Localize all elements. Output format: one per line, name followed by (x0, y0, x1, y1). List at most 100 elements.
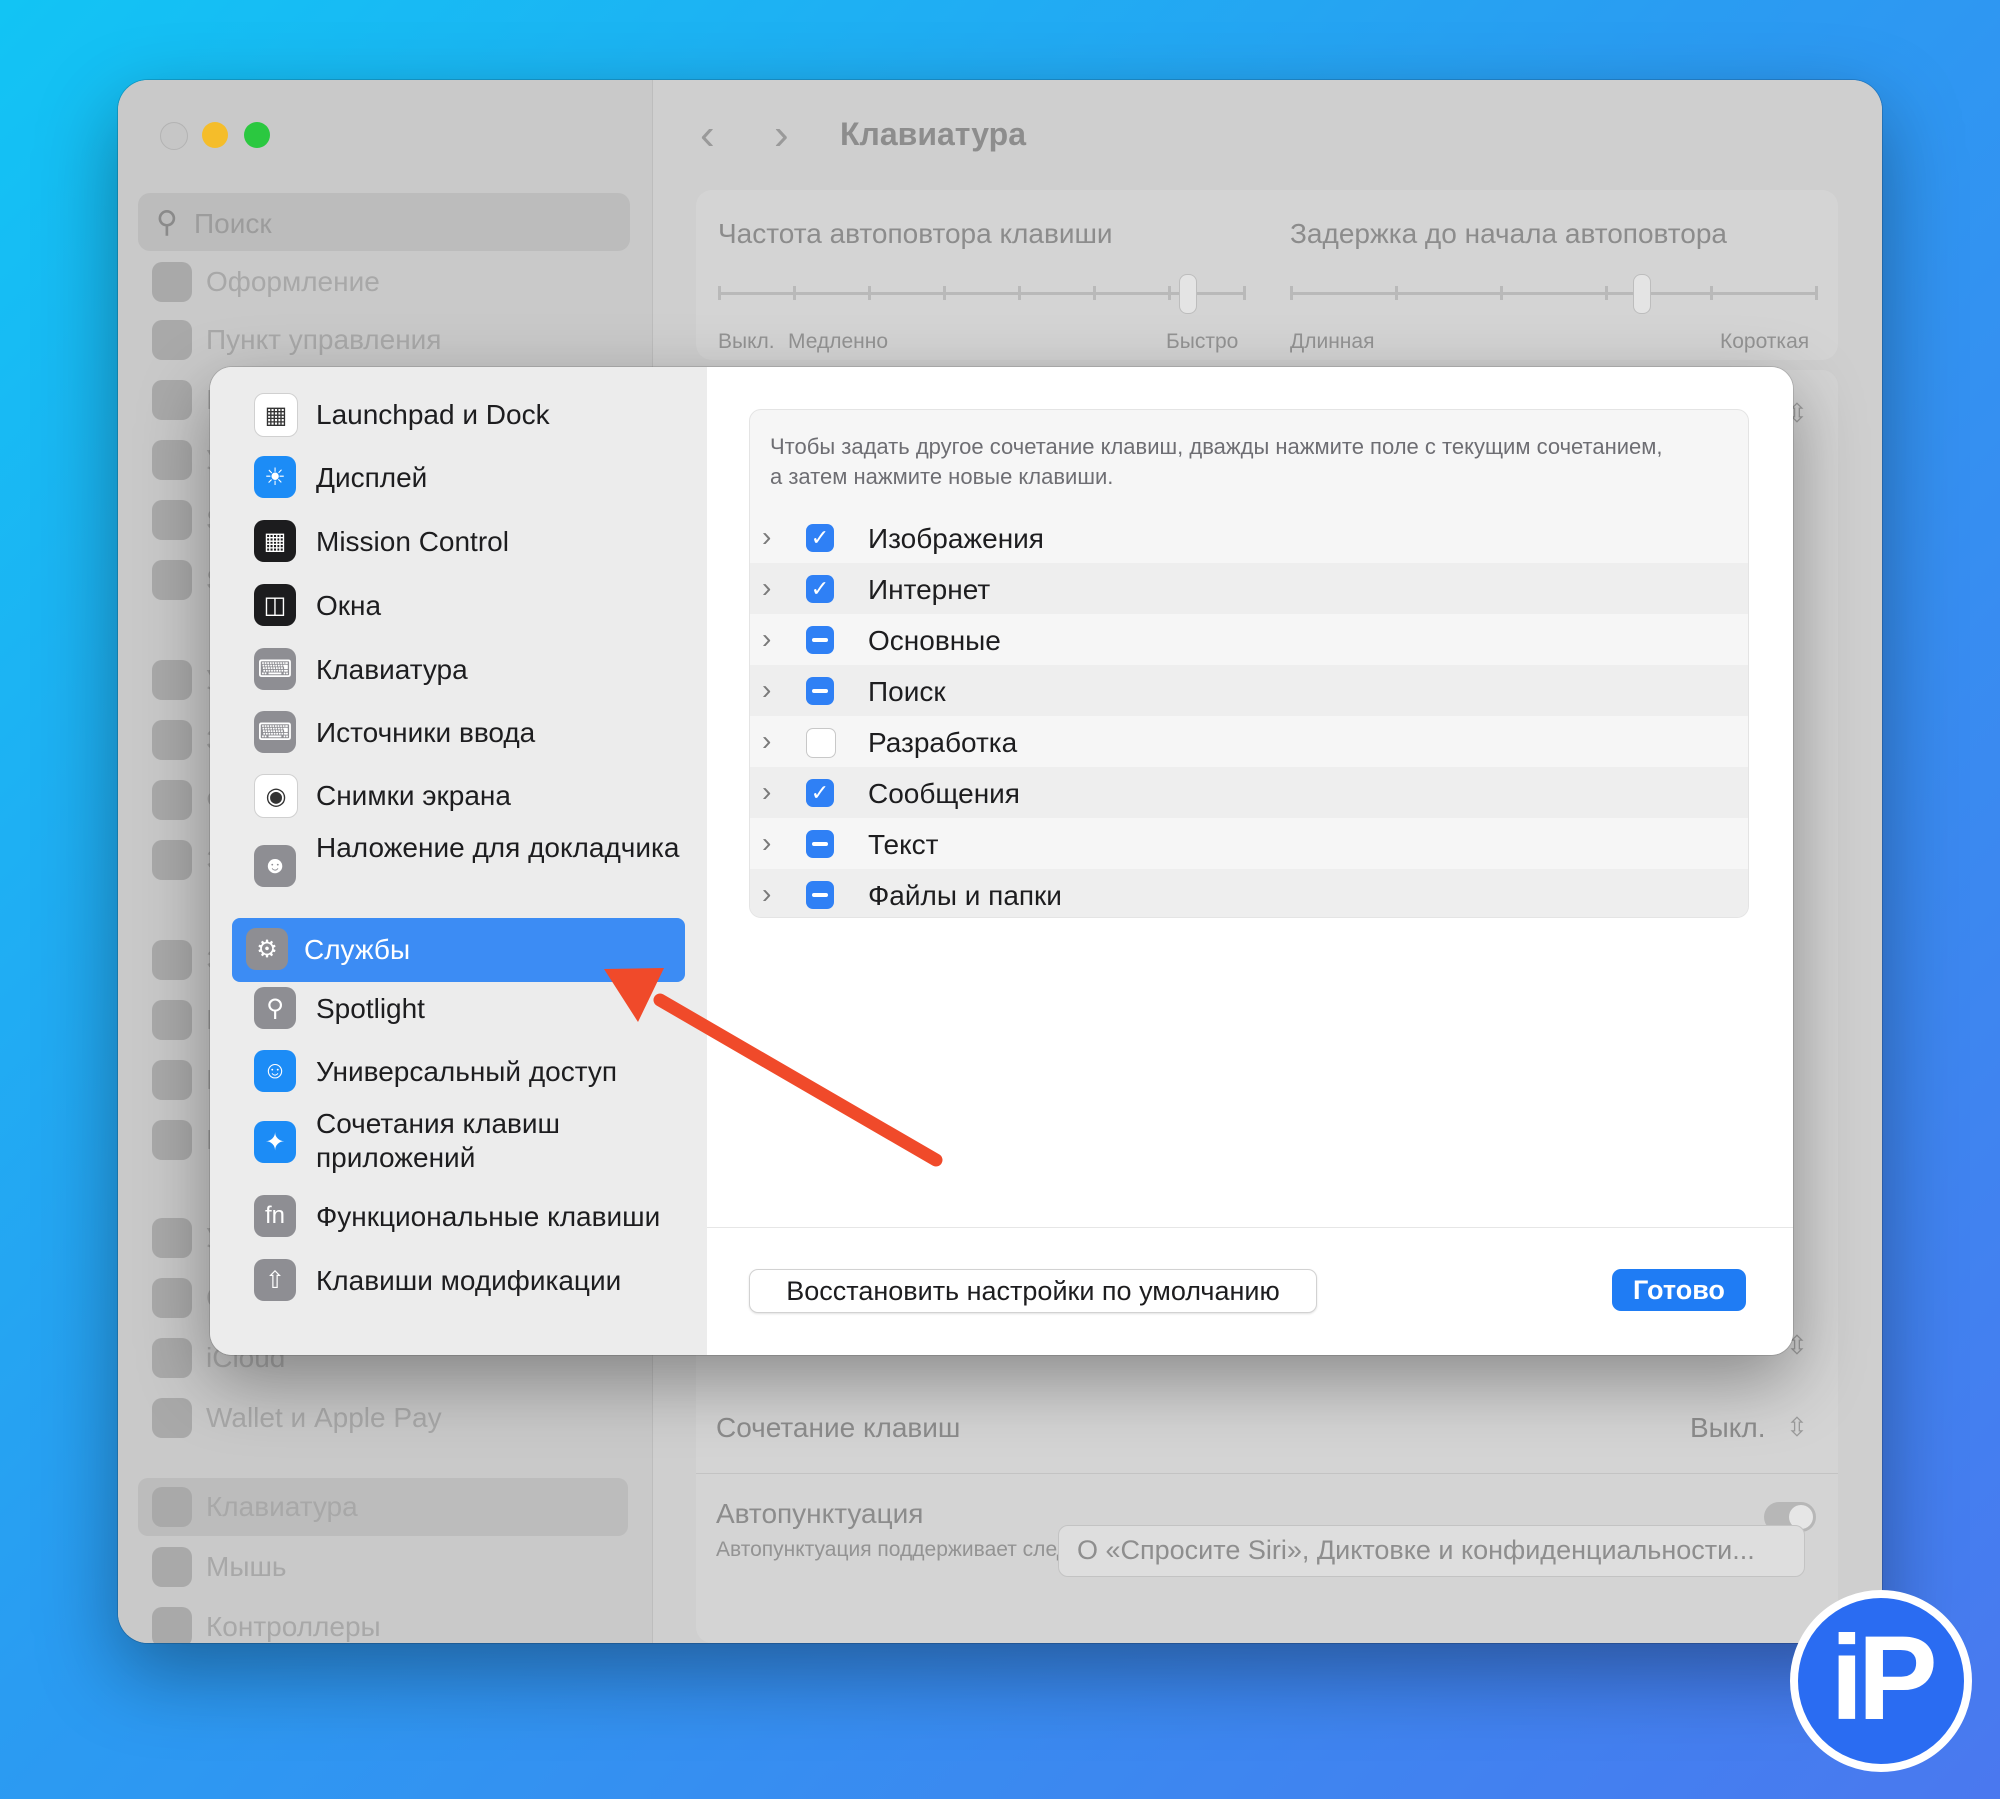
divider (696, 1473, 1838, 1474)
sidebar-item[interactable]: Пункт управления (152, 318, 632, 362)
keyboard-icon (152, 1487, 192, 1527)
zoom-window-button[interactable] (244, 122, 270, 148)
minimize-window-button[interactable] (202, 122, 228, 148)
disclosure-chevron-icon[interactable]: › (762, 878, 771, 910)
shortcut-category-accessibility[interactable]: ☺ Универсальный доступ (244, 1044, 694, 1100)
launchpad-icon: ▦ (254, 393, 298, 437)
shortcut-category-input-sources[interactable]: ⌨ Источники ввода (244, 705, 694, 761)
sidebar-item-label: Оформление (206, 266, 380, 297)
disclosure-chevron-icon[interactable]: › (762, 674, 771, 706)
sidebar-item[interactable]: Мышь (152, 1545, 632, 1589)
repeat-rate-track (718, 292, 1246, 295)
keyboard-icon: ⌨ (254, 648, 296, 690)
repeat-rate-slider[interactable] (718, 274, 1246, 314)
shortcut-category-windows[interactable]: ◫ Окна (244, 578, 694, 634)
done-button[interactable]: Готово (1612, 1269, 1746, 1311)
shortcut-category-spotlight[interactable]: ⚲ Spotlight (244, 981, 694, 1037)
shortcut-category-mission-control[interactable]: ▦ Mission Control (244, 514, 694, 570)
repeat-rate-min-a: Выкл. (718, 330, 775, 353)
iphones-logo: iP (1790, 1590, 1972, 1772)
disclosure-chevron-icon[interactable]: › (762, 623, 771, 655)
shortcut-value[interactable]: Выкл. (1690, 1412, 1765, 1444)
service-row[interactable]: › ✓ Интернет (750, 563, 1748, 614)
shortcut-category-presenter-overlay[interactable]: ☻ Наложение для докладчика (244, 831, 694, 901)
hand-icon (152, 1000, 192, 1040)
sidebar-item-label: Пункт управления (206, 324, 442, 355)
service-checkbox[interactable] (806, 881, 834, 909)
shortcut-category-launchpad[interactable]: ▦ Launchpad и Dock (244, 387, 694, 443)
presenter-overlay-icon: ☻ (254, 845, 296, 887)
category-label: Spotlight (316, 993, 425, 1024)
siri-privacy-label: О «Спросите Siri», Диктовке и конфиденци… (1077, 1535, 1755, 1565)
category-label: Сочетания клавиш приложений (316, 1108, 560, 1173)
shortcut-category-screenshot[interactable]: ◉ Снимки экрана (244, 768, 694, 824)
repeat-rate-knob[interactable] (1179, 274, 1197, 314)
services-list: Чтобы задать другое сочетание клавиш, дв… (749, 409, 1749, 918)
gamecenter-icon (152, 1278, 192, 1318)
category-label: Функциональные клавиши (316, 1201, 661, 1232)
moon-icon (152, 780, 192, 820)
service-label: Файлы и папки (868, 880, 1062, 911)
service-checkbox[interactable]: ✓ (806, 779, 834, 807)
service-label: Поиск (868, 676, 946, 707)
back-chevron-icon[interactable]: ‹ (700, 110, 715, 160)
service-row[interactable]: › ✓ Сообщения (750, 767, 1748, 818)
repeat-delay-tick (1290, 286, 1293, 300)
disclosure-chevron-icon[interactable]: › (762, 572, 771, 604)
search-icon: ⚲ (156, 206, 178, 239)
shortcuts-category-list: ▦ Launchpad и Dock ☀ Дисплей ▦ Mission Contro… (210, 367, 708, 1355)
disclosure-chevron-icon[interactable]: › (762, 776, 771, 808)
shortcut-category-gears[interactable]: ⚙ Службы (232, 918, 685, 982)
repeat-delay-label: Задержка до начала автоповтора (1290, 218, 1728, 249)
shortcut-category-fn[interactable]: fn Функциональные клавиши (244, 1189, 694, 1245)
sidebar-item[interactable]: Wallet и Apple Pay (152, 1396, 632, 1440)
service-row[interactable]: › Поиск (750, 665, 1748, 716)
category-label: Окна (316, 590, 382, 621)
service-checkbox[interactable]: ✓ (806, 524, 834, 552)
service-checkbox[interactable] (806, 728, 836, 758)
repeat-delay-tick (1710, 286, 1713, 300)
service-label: Основные (868, 625, 1001, 656)
category-label: Mission Control (316, 526, 509, 557)
service-row[interactable]: › ✓ Изображения (750, 512, 1748, 563)
accessibility-icon: ☺ (254, 1050, 296, 1092)
sidebar-item[interactable]: Контроллеры (152, 1605, 632, 1643)
hourglass-icon (152, 840, 192, 880)
shortcut-label: Сочетание клавиш (716, 1412, 961, 1443)
shortcut-category-display-sun[interactable]: ☀ Дисплей (244, 450, 694, 506)
repeat-rate-tick (943, 286, 946, 300)
disclosure-chevron-icon[interactable]: › (762, 521, 771, 553)
service-checkbox[interactable] (806, 677, 834, 705)
search-field[interactable]: ⚲ Поиск (138, 193, 630, 251)
repeat-delay-slider[interactable] (1290, 274, 1818, 314)
logo-text: iP (1830, 1611, 1937, 1745)
repeat-delay-max: Короткая (1720, 330, 1810, 353)
siri-privacy-button[interactable]: О «Спросите Siri», Диктовке и конфиденци… (1058, 1525, 1805, 1577)
close-window-button[interactable] (160, 122, 188, 150)
service-checkbox[interactable] (806, 626, 834, 654)
sidebar-item[interactable]: Оформление (152, 260, 632, 304)
service-row[interactable]: › Файлы и папки (750, 869, 1748, 917)
service-row[interactable]: › Основные (750, 614, 1748, 665)
disclosure-chevron-icon[interactable]: › (762, 827, 771, 859)
repeat-delay-knob[interactable] (1633, 274, 1651, 314)
shortcut-category-modifier-up[interactable]: ⇧ Клавиши модификации (244, 1253, 694, 1309)
restore-defaults-button[interactable]: Восстановить настройки по умолчанию (749, 1269, 1317, 1313)
service-row[interactable]: › Разработка (750, 716, 1748, 767)
service-checkbox[interactable] (806, 830, 834, 858)
disclosure-chevron-icon[interactable]: › (762, 725, 771, 757)
repeat-delay-track (1290, 292, 1818, 295)
shortcut-category-keyboard[interactable]: ⌨ Клавиатура (244, 642, 694, 698)
repeat-rate-max: Быстро (1166, 330, 1239, 353)
window-title: Клавиатура (840, 116, 1026, 152)
sidebar-item[interactable]: Клавиатура (138, 1478, 628, 1536)
forward-chevron-icon[interactable]: › (774, 110, 789, 160)
service-row[interactable]: › Текст (750, 818, 1748, 869)
input-sources-icon: ⌨ (254, 711, 296, 753)
shortcut-category-app-store[interactable]: ✦ Сочетания клавиш приложений (244, 1107, 694, 1177)
category-label: Источники ввода (316, 717, 536, 748)
updown-chevron-icon[interactable]: ⇳ (1786, 1412, 1808, 1443)
sidebar-item-label: Контроллеры (206, 1611, 381, 1642)
service-checkbox[interactable]: ✓ (806, 575, 834, 603)
category-label: Launchpad и Dock (316, 399, 550, 430)
